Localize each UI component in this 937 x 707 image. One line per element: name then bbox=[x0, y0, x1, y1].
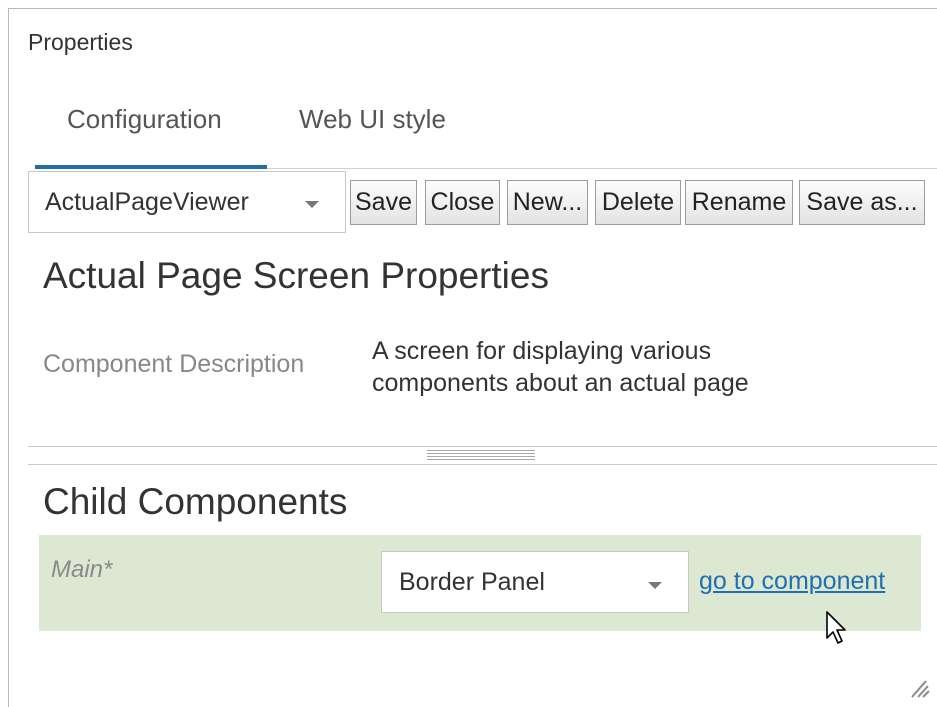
rename-button[interactable]: Rename bbox=[685, 180, 793, 225]
description-line-1: A screen for displaying various bbox=[372, 337, 712, 365]
splitter-bottom-line bbox=[28, 464, 937, 465]
go-to-component-link[interactable]: go to component bbox=[699, 567, 885, 596]
child-component-row: Main* Border Panel go to component bbox=[39, 535, 921, 631]
component-select[interactable]: ActualPageViewer bbox=[28, 171, 346, 233]
chevron-down-icon bbox=[648, 582, 662, 589]
resize-grip-icon[interactable] bbox=[908, 677, 930, 699]
child-component-label: Main* bbox=[51, 556, 113, 583]
child-component-select[interactable]: Border Panel bbox=[381, 551, 689, 613]
child-components-heading: Child Components bbox=[43, 481, 348, 522]
mouse-pointer-icon bbox=[826, 611, 846, 644]
new-button[interactable]: New... bbox=[507, 180, 588, 225]
save-button[interactable]: Save bbox=[350, 180, 417, 225]
close-button[interactable]: Close bbox=[425, 180, 500, 225]
description-line-2: components about an actual page bbox=[372, 369, 749, 397]
component-select-value: ActualPageViewer bbox=[45, 188, 249, 216]
active-tab-indicator bbox=[35, 165, 267, 169]
properties-window: Properties Configuration Web UI style Ac… bbox=[8, 8, 937, 707]
save-as-button[interactable]: Save as... bbox=[799, 180, 925, 225]
splitter-handle[interactable] bbox=[427, 450, 535, 462]
splitter-top-line bbox=[28, 446, 937, 447]
chevron-down-icon bbox=[305, 201, 319, 208]
child-component-select-value: Border Panel bbox=[399, 568, 545, 596]
properties-heading: Actual Page Screen Properties bbox=[43, 255, 549, 296]
component-description-value: A screen for displaying various componen… bbox=[372, 335, 812, 399]
delete-button[interactable]: Delete bbox=[595, 180, 681, 225]
tab-web-ui-style[interactable]: Web UI style bbox=[299, 104, 446, 135]
component-description-label: Component Description bbox=[43, 350, 305, 378]
tab-configuration[interactable]: Configuration bbox=[67, 104, 222, 135]
window-title: Properties bbox=[28, 29, 133, 55]
